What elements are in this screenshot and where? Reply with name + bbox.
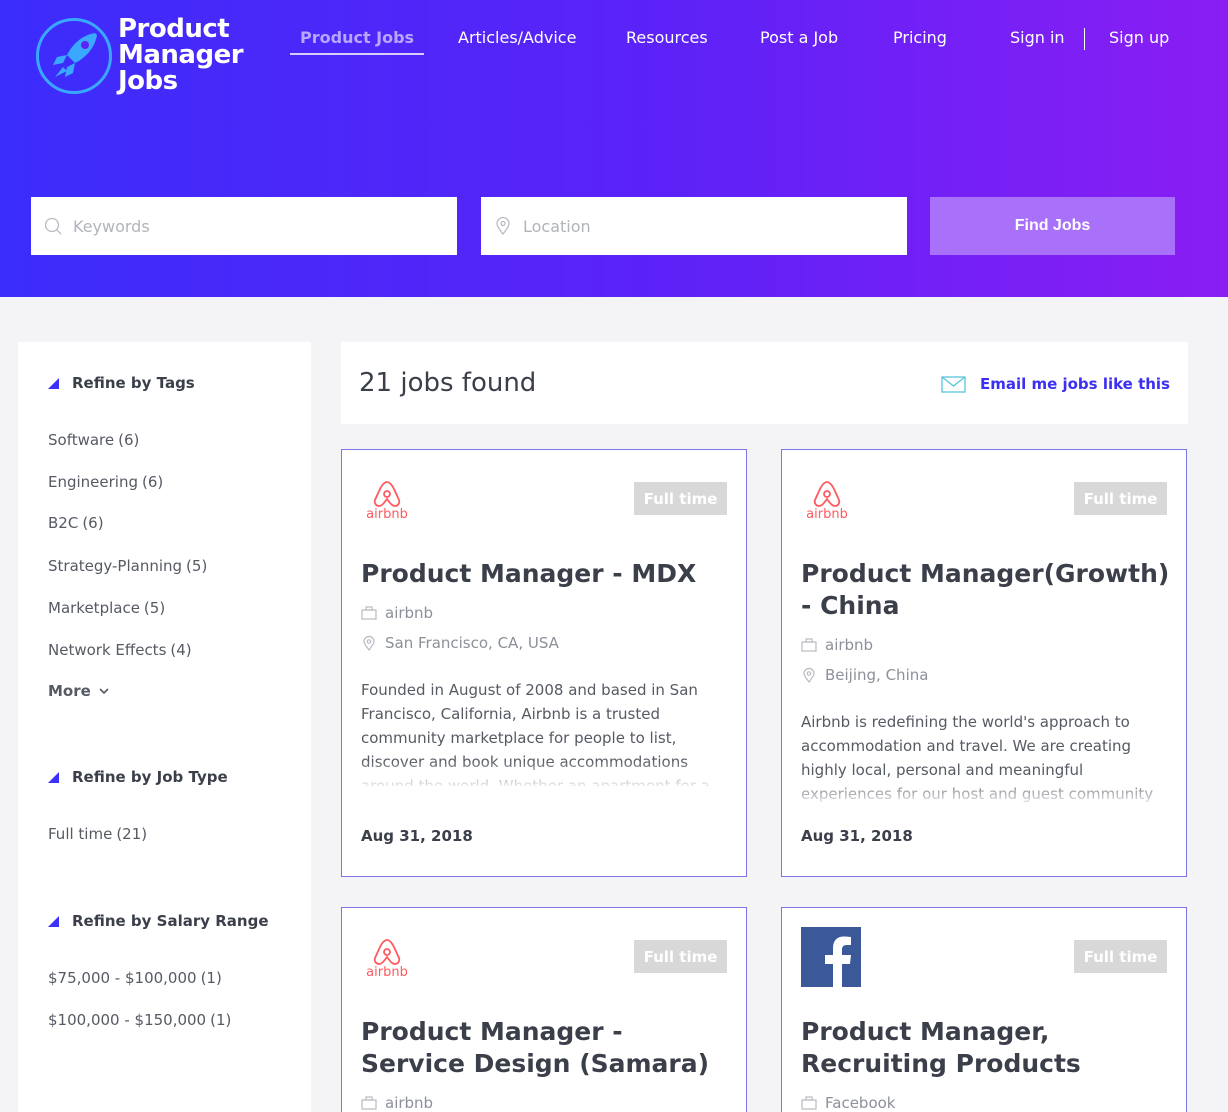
airbnb-logo: airbnb	[364, 936, 410, 984]
hero-header: Product Manager Jobs Product Jobs Articl…	[0, 0, 1228, 297]
svg-text:airbnb: airbnb	[366, 507, 408, 522]
email-me-jobs-link[interactable]: Email me jobs like this	[941, 375, 1170, 393]
nav-sign-in[interactable]: Sign in	[1010, 28, 1065, 48]
tag-filter-software[interactable]: Software (6)	[48, 431, 139, 449]
description-fade	[801, 778, 1171, 808]
nav-post-a-job[interactable]: Post a Job	[760, 28, 838, 48]
facebook-logo	[801, 927, 861, 991]
nav-divider	[1084, 28, 1085, 50]
job-type-badge: Full time	[634, 940, 727, 973]
location-input[interactable]	[523, 216, 883, 236]
map-pin-icon	[496, 216, 510, 236]
job-type-badge: Full time	[1074, 940, 1167, 973]
map-pin-icon	[803, 667, 815, 683]
keywords-field[interactable]	[31, 197, 457, 255]
airbnb-logo: airbnb	[364, 478, 410, 526]
refine-by-salary-heading[interactable]: Refine by Salary Range	[48, 912, 269, 930]
nav-product-jobs[interactable]: Product Jobs	[289, 28, 425, 55]
salary-filter-100k-150k[interactable]: $100,000 - $150,000 (1)	[48, 1011, 231, 1029]
nav-articles-advice[interactable]: Articles/Advice	[458, 28, 576, 48]
job-card[interactable]: airbnb Full time Product Manager(Growth)…	[781, 449, 1187, 877]
company-line: airbnb	[361, 604, 433, 622]
briefcase-icon	[361, 1096, 377, 1110]
location-field[interactable]	[481, 197, 907, 255]
briefcase-icon	[361, 606, 377, 620]
more-tags-toggle[interactable]: More	[48, 682, 111, 700]
airbnb-logo: airbnb	[804, 478, 850, 526]
results-count: 21 jobs found	[359, 368, 537, 398]
nav-sign-up[interactable]: Sign up	[1109, 28, 1169, 48]
refine-by-tags-heading[interactable]: Refine by Tags	[48, 374, 195, 392]
posted-date: Aug 31, 2018	[361, 827, 473, 845]
job-type-badge: Full time	[1074, 482, 1167, 515]
job-type-badge: Full time	[634, 482, 727, 515]
refine-by-job-type-heading[interactable]: Refine by Job Type	[48, 768, 228, 786]
chevron-down-icon	[99, 688, 109, 695]
location-line: San Francisco, CA, USA	[361, 634, 559, 652]
job-title[interactable]: Product Manager(Growth) - China	[801, 558, 1171, 622]
job-title[interactable]: Product Manager - Service Design (Samara…	[361, 1016, 731, 1080]
tag-filter-strategy-planning[interactable]: Strategy-Planning (5)	[48, 557, 207, 575]
nav-resources[interactable]: Resources	[626, 28, 708, 48]
tag-filter-network-effects[interactable]: Network Effects (4)	[48, 641, 192, 659]
envelope-icon	[941, 375, 966, 393]
job-type-filter-full-time[interactable]: Full time (21)	[48, 825, 147, 843]
company-line: airbnb	[801, 636, 873, 654]
map-pin-icon	[363, 635, 375, 651]
svg-text:airbnb: airbnb	[366, 965, 408, 980]
description-fade	[361, 760, 731, 790]
collapse-triangle-icon	[48, 915, 59, 927]
nav-pricing[interactable]: Pricing	[893, 28, 947, 48]
salary-filter-75k-100k[interactable]: $75,000 - $100,000 (1)	[48, 969, 222, 987]
tag-filter-b2c[interactable]: B2C (6)	[48, 514, 104, 532]
company-line: airbnb	[361, 1094, 433, 1112]
find-jobs-button[interactable]: Find Jobs	[930, 197, 1175, 255]
results-header: 21 jobs found Email me jobs like this	[341, 342, 1188, 424]
job-title[interactable]: Product Manager - MDX	[361, 558, 731, 590]
search-icon	[44, 217, 62, 235]
svg-text:airbnb: airbnb	[806, 507, 848, 522]
briefcase-icon	[801, 638, 817, 652]
job-card[interactable]: airbnb Full time Product Manager - Servi…	[341, 907, 747, 1112]
tag-filter-engineering[interactable]: Engineering (6)	[48, 473, 163, 491]
collapse-triangle-icon	[48, 771, 59, 783]
posted-date: Aug 31, 2018	[801, 827, 913, 845]
job-title[interactable]: Product Manager, Recruiting Products	[801, 1016, 1171, 1080]
tag-filter-marketplace[interactable]: Marketplace (5)	[48, 599, 165, 617]
location-line: Beijing, China	[801, 666, 928, 684]
job-card[interactable]: Full time Product Manager, Recruiting Pr…	[781, 907, 1187, 1112]
company-line: Facebook	[801, 1094, 895, 1112]
filter-sidebar: Refine by Tags Software (6) Engineering (6…	[18, 342, 311, 1112]
collapse-triangle-icon	[48, 377, 59, 389]
job-card[interactable]: airbnb Full time Product Manager - MDX a…	[341, 449, 747, 877]
keywords-input[interactable]	[73, 216, 433, 236]
briefcase-icon	[801, 1096, 817, 1110]
main-nav: Product Jobs Articles/Advice Resources P…	[0, 28, 1228, 58]
